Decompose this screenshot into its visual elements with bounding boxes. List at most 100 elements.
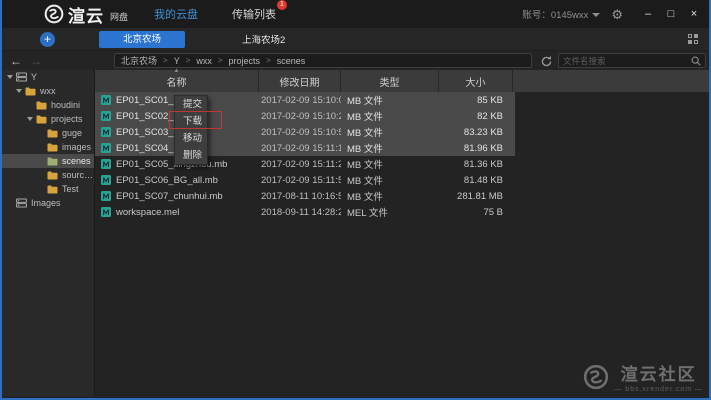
chevron-expand-icon[interactable] <box>15 84 25 98</box>
file-type: MB 文件 <box>341 125 439 139</box>
column-header-type[interactable]: 类型 <box>341 70 439 92</box>
forward-arrow-icon[interactable]: → <box>30 55 42 67</box>
column-header-size[interactable]: 大小 <box>439 70 513 92</box>
view-mode-grid-icon[interactable] <box>688 34 698 44</box>
folder-icon <box>36 115 47 124</box>
sidebar-tree-item[interactable]: Images <box>2 196 94 210</box>
folder-icon <box>47 185 58 194</box>
column-header-date[interactable]: 修改日期 <box>259 70 341 92</box>
sidebar-item-label: Images <box>31 198 61 208</box>
search-icon[interactable] <box>690 55 702 67</box>
title-bar: 渲云 网盘 我的云盘 传输列表 1 账号：0145wxx ⚙ – □ × <box>2 0 709 28</box>
context-menu-item[interactable]: 删除 <box>175 147 207 164</box>
breadcrumb-segment-label[interactable]: wxx <box>196 56 212 66</box>
tab-transfer-list[interactable]: 传输列表 1 <box>232 6 276 22</box>
breadcrumb-separator: > <box>186 56 191 65</box>
close-button[interactable]: × <box>688 0 700 28</box>
folder-icon <box>25 87 36 96</box>
minimize-button[interactable]: – <box>642 0 654 28</box>
sidebar-tree-item[interactable]: Test <box>2 182 94 196</box>
breadcrumb-segment[interactable]: > scenes <box>266 56 305 66</box>
file-name: EP01_SC06_BG_all.mb <box>116 175 218 186</box>
file-row[interactable]: workspace.mel 2018-09-11 14:28:26 MEL 文件… <box>95 204 515 220</box>
file-type: MB 文件 <box>341 189 439 203</box>
sidebar-tree-item[interactable]: wxx <box>2 84 94 98</box>
breadcrumb-segment-label[interactable]: projects <box>229 56 261 66</box>
file-row[interactable]: EP01_SC01_kaola 2017-02-09 15:10:06 MB 文… <box>95 92 515 108</box>
file-row[interactable]: EP01_SC07_chunhui.mb 2017-08-11 10:16:51… <box>95 188 515 204</box>
sidebar-item-label: source... <box>62 170 94 180</box>
disk-tab-beijing[interactable]: 北京农场 <box>99 31 185 48</box>
disk-tab-shanghai[interactable]: 上海农场2 <box>242 32 285 46</box>
file-row[interactable]: EP01_SC02_quan 2017-02-09 15:10:27 MB 文件… <box>95 108 515 124</box>
file-size: 82 KB <box>439 111 513 122</box>
file-row[interactable]: EP01_SC06_BG_all.mb 2017-02-09 15:11:50 … <box>95 172 515 188</box>
file-row[interactable]: EP01_SC03_tank 2017-02-09 15:10:50 MB 文件… <box>95 124 515 140</box>
context-menu-item[interactable]: 移动 <box>175 130 207 147</box>
xrender-community-logo-icon <box>583 364 609 390</box>
breadcrumb[interactable]: > 北京农场 > Y > wxx > projects <box>114 53 532 68</box>
file-name-cell: workspace.mel <box>95 207 259 218</box>
column-header-empty <box>513 70 709 92</box>
folder-icon <box>47 171 58 180</box>
file-type: MB 文件 <box>341 173 439 187</box>
gear-icon[interactable]: ⚙ <box>611 8 623 21</box>
file-type: MB 文件 <box>341 93 439 107</box>
account-label: 账号：0145wxx <box>522 7 588 21</box>
drive-icon <box>16 72 27 82</box>
back-arrow-icon[interactable]: ← <box>10 55 22 67</box>
file-date: 2017-02-09 15:11:29 <box>259 159 341 170</box>
main-nav-tabs: 我的云盘 传输列表 1 <box>154 0 276 28</box>
maya-file-icon <box>101 111 111 121</box>
watermark-title: 渲云社区 <box>621 360 697 385</box>
sidebar-tree-item[interactable]: guge <box>2 126 94 140</box>
add-disk-button[interactable]: + <box>40 32 55 47</box>
sidebar-tree-item[interactable]: source... <box>2 168 94 182</box>
maximize-button[interactable]: □ <box>665 0 677 28</box>
search-input[interactable] <box>559 56 690 66</box>
file-row[interactable]: EP01_SC05_xingzhou.mb 2017-02-09 15:11:2… <box>95 156 515 172</box>
chevron-expand-icon[interactable] <box>26 112 36 126</box>
folder-icon <box>47 157 58 166</box>
app-subtitle: 网盘 <box>110 10 128 23</box>
breadcrumb-segment[interactable]: > Y <box>163 56 180 66</box>
sidebar-tree-item[interactable]: Y <box>2 70 94 84</box>
xrender-logo-icon <box>44 4 64 24</box>
tab-transfer-list-label: 传输列表 <box>232 9 276 21</box>
account-dropdown[interactable]: 账号：0145wxx <box>522 7 600 21</box>
file-date: 2017-02-09 15:10:50 <box>259 127 341 138</box>
file-date: 2017-02-09 15:10:06 <box>259 95 341 106</box>
file-size: 85 KB <box>439 95 513 106</box>
watermark-subtitle: — bbs.xrender.com — <box>614 386 703 393</box>
breadcrumb-segment[interactable]: > 北京农场 <box>121 54 157 67</box>
sidebar-item-label: houdini <box>51 100 80 110</box>
sidebar-tree-item[interactable]: projects <box>2 112 94 126</box>
tab-my-cloud-disk[interactable]: 我的云盘 <box>154 6 198 22</box>
breadcrumb-segment-label[interactable]: scenes <box>277 56 306 66</box>
breadcrumb-segment-label[interactable]: 北京农场 <box>121 54 157 67</box>
navigation-bar: ← → > 北京农场 > Y > wxx > <box>2 50 709 70</box>
file-name-cell: EP01_SC07_chunhui.mb <box>95 191 259 202</box>
file-row[interactable]: EP01_SC04_xia.m 2017-02-09 15:11:10 MB 文… <box>95 140 515 156</box>
refresh-icon[interactable] <box>540 55 553 68</box>
sidebar-item-label: projects <box>51 114 83 124</box>
breadcrumb-segment[interactable]: > projects <box>218 56 260 66</box>
file-type: MB 文件 <box>341 157 439 171</box>
sidebar-tree-item[interactable]: images <box>2 140 94 154</box>
maya-file-icon <box>101 207 111 217</box>
file-type: MB 文件 <box>341 109 439 123</box>
file-date: 2017-08-11 10:16:51 <box>259 191 341 202</box>
column-header-date-label: 修改日期 <box>280 74 320 89</box>
chevron-expand-icon[interactable] <box>6 70 16 84</box>
file-size: 81.48 KB <box>439 175 513 186</box>
maya-file-icon <box>101 127 111 137</box>
window-controls: – □ × <box>642 0 700 28</box>
sidebar-tree-item[interactable]: scenes <box>2 154 94 168</box>
breadcrumb-segment[interactable]: > wxx <box>186 56 212 66</box>
column-header-name[interactable]: ▲ 名称 <box>95 70 259 92</box>
sidebar-item-label: Y <box>31 72 37 82</box>
breadcrumb-separator: > <box>163 56 168 65</box>
sidebar-item-label: images <box>62 142 91 152</box>
breadcrumb-segment-label[interactable]: Y <box>174 56 180 66</box>
sidebar-tree-item[interactable]: houdini <box>2 98 94 112</box>
